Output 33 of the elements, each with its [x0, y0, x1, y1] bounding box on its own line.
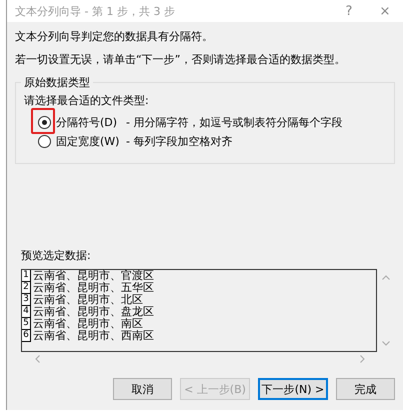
radio-button[interactable]: [38, 116, 51, 129]
prompt-text: 请选择最合适的文件类型:: [24, 93, 150, 108]
line-number: 3: [22, 294, 31, 306]
line-number: 2: [22, 282, 31, 294]
option-description: - 用分隔字符，如逗号或制表符分隔每个字段: [126, 115, 342, 130]
scroll-down-icon[interactable]: [382, 341, 390, 346]
dialog-button[interactable]: 下一步(N) >: [258, 378, 328, 400]
preview-line: 云南省、昆明市、官渡区: [32, 270, 154, 282]
option-label[interactable]: 固定宽度(W): [56, 134, 126, 149]
preview-line: 云南省、昆明市、南区: [32, 318, 143, 330]
line-number: 6: [22, 330, 31, 342]
option-label[interactable]: 分隔符号(D): [56, 115, 126, 130]
group-title: 原始数据类型: [21, 76, 93, 89]
line-number: 4: [22, 306, 31, 318]
option-description: - 每列字段加空格对齐: [126, 134, 232, 149]
preview-line: 云南省、昆明市、西南区: [32, 330, 154, 342]
line-number: 1: [22, 270, 31, 282]
radio-button[interactable]: [38, 135, 51, 148]
help-button[interactable]: ?: [331, 0, 367, 22]
preview-line: 云南省、昆明市、五华区: [32, 282, 154, 294]
instruction-text: 文本分列向导判定您的数据具有分隔符。: [15, 30, 214, 43]
window-title: 文本分列向导 - 第 1 步，共 3 步: [15, 4, 176, 18]
scroll-left-icon[interactable]: [35, 355, 40, 363]
preview-line: 云南省、昆明市、盘龙区: [32, 306, 154, 318]
preview-label: 预览选定数据:: [20, 248, 92, 263]
dialog-button[interactable]: 取消: [113, 378, 172, 400]
scroll-right-icon[interactable]: [360, 355, 365, 363]
dialog-button[interactable]: 完成: [336, 378, 395, 400]
scroll-up-icon[interactable]: [382, 275, 390, 280]
close-button[interactable]: ×: [367, 0, 403, 22]
instruction-text: 若一切设置无误，请单击“下一步”，否则请选择最合适的数据类型。: [15, 53, 346, 66]
line-number: 5: [22, 318, 31, 330]
preview-line: 云南省、昆明市、北区: [32, 294, 143, 306]
